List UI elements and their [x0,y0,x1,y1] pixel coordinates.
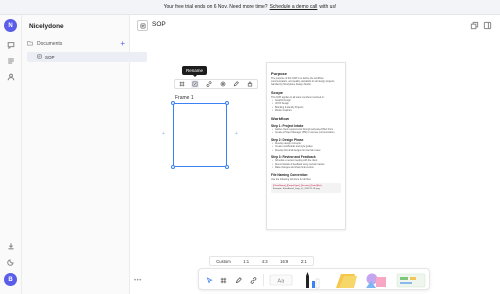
text-icon[interactable]: Aa [269,272,293,288]
frame-icon[interactable] [218,275,228,285]
frame-toolbar [174,79,258,89]
purpose-heading: Purpose [271,71,288,76]
bottom-toolbar: Aa [198,268,430,290]
toolbar-divider [263,274,264,286]
step2-list: Develop design concepts. Create moodboar… [271,143,341,153]
list-item: Motion Graphics [271,110,341,114]
add-left-handle[interactable]: + [162,132,165,137]
rename-icon[interactable] [191,80,200,88]
download-icon[interactable] [5,240,16,251]
settings-icon[interactable] [219,80,227,88]
panel-toggle-icon[interactable] [483,21,492,30]
documents-section[interactable]: Documents + [27,39,125,49]
document-header: SOP [131,15,500,37]
link-icon[interactable] [205,80,213,88]
aspect-ratio-bar: Custom 1:1 4:3 16:9 2:1 [209,256,314,266]
list-icon[interactable] [5,55,16,66]
add-document-button[interactable]: + [120,40,125,48]
code-line: Example: ShoeBrand_Logo_v1_2024-11-01.pn… [273,187,320,190]
scope-intro: This SOP applies to all team members inv… [271,95,325,99]
shape-icon[interactable] [363,271,391,290]
pen-icon[interactable] [233,275,243,285]
link-icon[interactable] [248,275,258,285]
purpose-text: The purpose of this SOP is to define the… [271,77,335,87]
documents-label: Documents [37,41,63,47]
add-right-handle[interactable]: + [235,132,238,137]
document-title[interactable]: SOP [152,21,166,28]
pen-icon[interactable] [232,80,240,88]
resize-handle-bottom-right[interactable] [225,165,229,169]
banner-suffix: with us! [319,4,337,10]
naming-intro: Use the following structure for all file… [271,177,312,181]
layers-icon[interactable] [470,21,479,30]
resize-handle-top-left[interactable] [171,101,175,105]
sidebar-item-sop[interactable]: SOP [27,52,147,62]
document-icon [137,20,148,31]
workspace-avatar[interactable]: N [4,19,17,32]
lock-icon[interactable] [246,80,254,88]
step3-heading: Step 3: Review and Feedback [271,155,316,160]
scope-list: Graphic Design UI/UX Design Branding & I… [271,100,341,114]
naming-heading: File Naming Convention [271,172,308,177]
cursor-icon[interactable] [204,275,214,285]
selected-frame[interactable] [173,103,227,167]
sidebar-item-label: SOP [45,54,55,60]
ratio-custom-button[interactable]: Custom [216,259,230,264]
document-icon [37,53,42,61]
rename-tooltip: Rename [182,66,208,77]
folder-icon [27,40,33,48]
step2-heading: Step 2: Design Phase [271,137,304,142]
resize-handle-bottom-left[interactable] [171,165,175,169]
ratio-1-1-button[interactable]: 1:1 [243,259,249,264]
workflow-heading: Workflow [271,116,289,122]
moon-icon[interactable] [5,256,16,267]
sop-document-card[interactable]: Purpose The purpose of this SOP is to de… [266,62,346,230]
step3-list: Schedule a review meeting with the clien… [271,160,341,170]
list-item: Make changes and share final version. [271,167,341,171]
user-avatar[interactable]: B [4,273,17,286]
chat-icon[interactable] [5,39,16,50]
scope-heading: Scope [271,89,284,95]
ratio-4-3-button[interactable]: 4:3 [262,259,268,264]
team-icon[interactable] [5,71,16,82]
schedule-demo-link[interactable]: Schedule a demo call [270,4,318,10]
pen-marker-icon[interactable] [302,271,320,290]
more-options-icon[interactable]: ••• [134,278,142,284]
ratio-16-9-button[interactable]: 16:9 [280,259,288,264]
frame-icon[interactable] [178,80,186,88]
note-icon[interactable] [333,271,359,290]
resize-handle-top-right[interactable] [225,101,229,105]
list-item: Develop first draft designs for internal… [271,150,341,154]
step1-list: Gather client requirements through self-… [271,129,341,136]
naming-code-block: [ClientName]_[ProjectType]_[Version]_[Da… [271,183,341,193]
step1-heading: Step 1: Project Intake [271,123,304,128]
banner-text: Your free trial ends on 6 Nov. Need more… [163,4,268,10]
app-rail: N B [0,15,22,294]
frame-label[interactable]: Frame 1 [175,95,194,101]
template-icon[interactable] [396,272,426,289]
svg-text:Aa: Aa [277,279,284,285]
trial-banner: Your free trial ends on 6 Nov. Need more… [0,0,500,15]
ratio-2-1-button[interactable]: 2:1 [301,259,307,264]
sidebar: Nicelydone Documents + SOP [22,15,147,294]
list-item: Create a Project Manager (PM) to oversee… [271,132,341,136]
workspace-name: Nicelydone [29,23,64,30]
